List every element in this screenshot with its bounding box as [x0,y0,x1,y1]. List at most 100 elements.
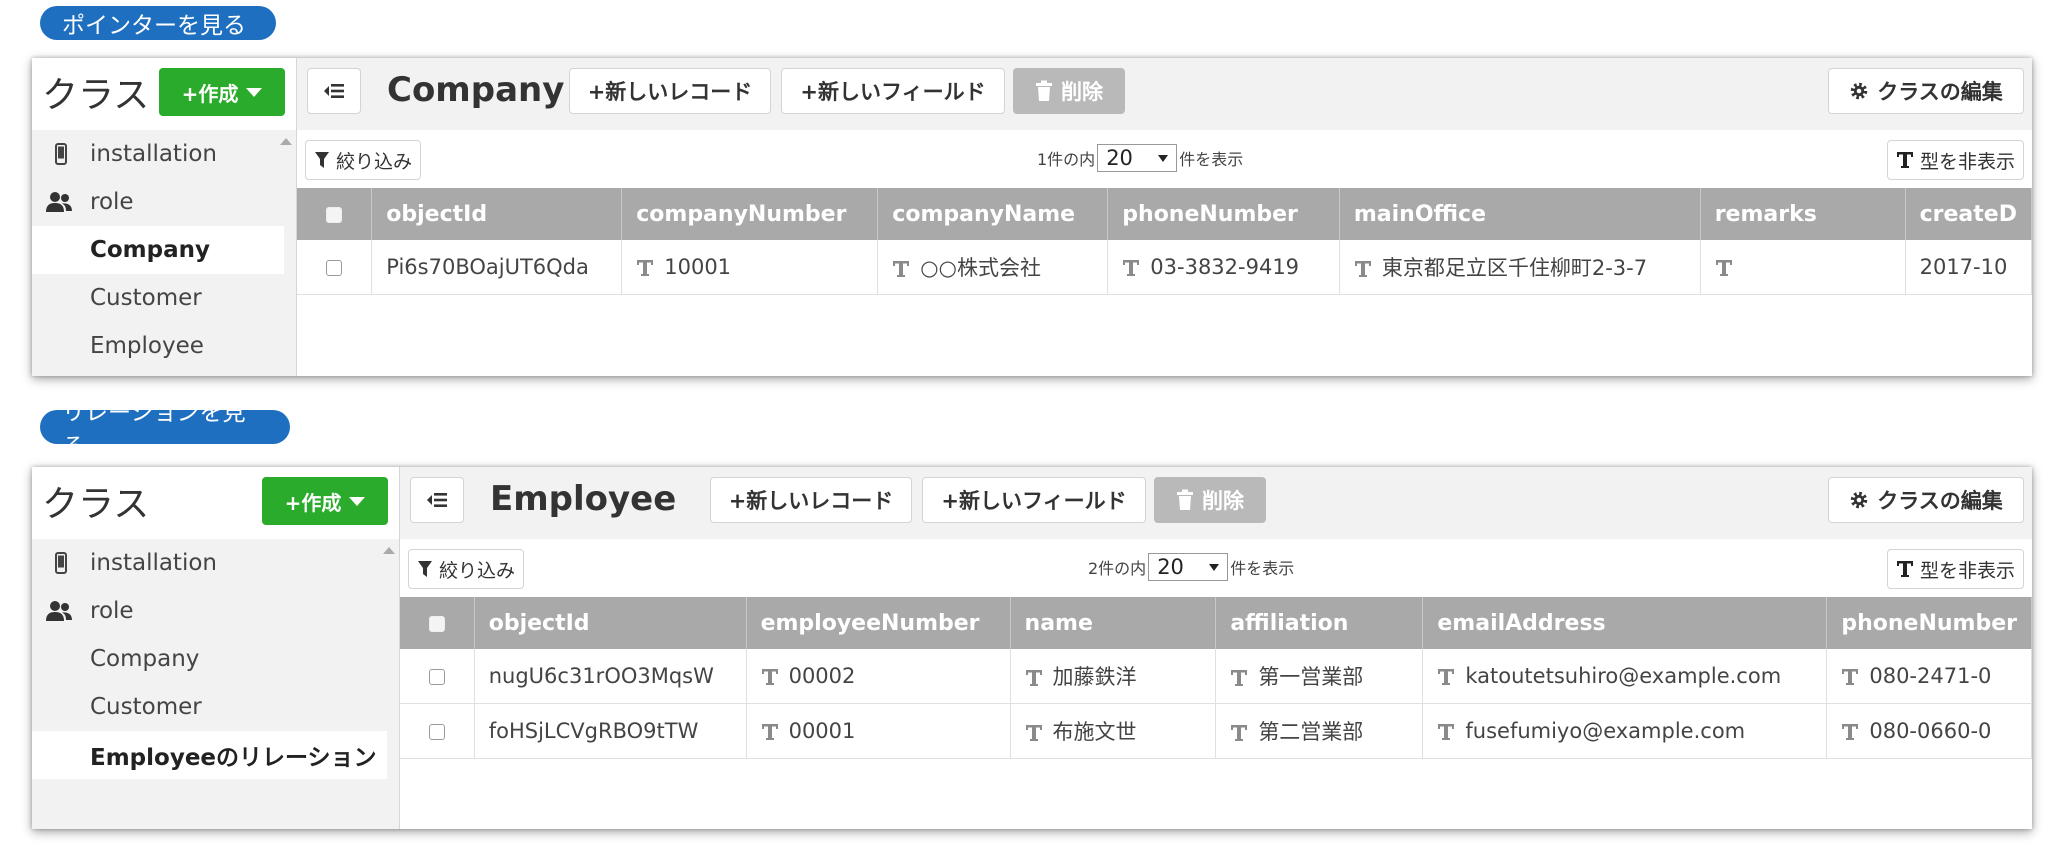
table-cell[interactable]: 00002 [746,649,1011,704]
table-cell[interactable]: 第一営業部 [1215,649,1424,704]
sidebar-item-role[interactable]: role [32,178,284,226]
object-id-cell[interactable]: foHSjLCVgRBO9tTW [474,703,747,759]
new-record-button[interactable]: +新しいレコード [569,68,771,114]
record-count: 1件の内 20 件を表示 [1037,144,1243,172]
class-toolbar: Company +新しいレコード +新しいフィールド 削除 クラスの編集 [297,58,2032,130]
filter-row: 絞り込み 2件の内 20 件を表示 型を非表示 [400,539,2032,597]
filter-button[interactable]: 絞り込み [305,140,422,180]
object-id-cell[interactable]: nugU6c31rOO3MqsW [474,649,747,704]
users-icon [32,600,86,622]
object-id-cell[interactable]: Pi6s70BOajUT6Qda [371,240,623,295]
sidebar-item-customer[interactable]: Customer [32,274,284,322]
sidebar-item-label: Customer [90,285,202,311]
table-cell[interactable]: 布施文世 [1010,703,1217,759]
row-checkbox[interactable] [326,260,343,276]
column-header[interactable]: createD [1905,188,2032,240]
sidebar-item-installation[interactable]: installation [32,130,284,178]
create-class-button[interactable]: +作成 [159,68,285,116]
table-cell[interactable]: katoutetsuhiro@example.com [1422,649,1828,704]
collapse-sidebar-button[interactable] [410,477,464,523]
hide-types-button[interactable]: 型を非表示 [1886,140,2024,180]
text-type-icon [1122,259,1140,277]
create-class-button[interactable]: +作成 [262,477,388,525]
column-header[interactable]: objectId [371,188,623,240]
section-label-text: リレーションを見る [62,400,246,460]
column-header[interactable]: remarks [1700,188,1906,240]
column-header[interactable]: phoneNumber [1107,188,1340,240]
row-checkbox[interactable] [428,724,445,740]
edit-class-button[interactable]: クラスの編集 [1828,68,2024,114]
sidebar-item-installation[interactable]: installation [32,539,387,587]
filter-row: 絞り込み 1件の内 20 件を表示 型を非表示 [297,130,2032,188]
delete-button[interactable]: 削除 [1154,477,1266,523]
select-all-checkbox[interactable] [326,206,343,223]
table-cell[interactable] [1700,240,1906,295]
sidebar-item-employee[interactable]: Employee [32,322,284,370]
new-field-button[interactable]: +新しいフィールド [781,68,1005,114]
select-all-cell[interactable] [400,597,475,649]
table-row[interactable]: Pi6s70BOajUT6Qda 10001 ○○株式会社 03-3832-94… [297,240,2032,295]
row-checkbox[interactable] [428,669,445,685]
gear-icon [1849,490,1869,510]
sidebar-item-employee-relation[interactable]: Employeeのリレーション [32,731,387,779]
sidebar-item-company[interactable]: Company [32,226,284,274]
trash-icon [1176,489,1194,511]
column-header[interactable]: emailAddress [1422,597,1828,649]
class-list: installation role Company Customer Emplo… [32,539,387,779]
column-header[interactable]: affiliation [1215,597,1424,649]
table-cell[interactable]: ○○株式会社 [877,240,1109,295]
new-field-button[interactable]: +新しいフィールド [922,477,1146,523]
sidebar-item-company[interactable]: Company [32,635,387,683]
cell-value: 第二営業部 [1258,720,1364,744]
filter-funnel-icon [314,150,330,170]
row-select-cell[interactable] [400,649,475,704]
table-cell[interactable]: 00001 [746,703,1011,759]
column-header[interactable]: mainOffice [1339,188,1701,240]
select-all-cell[interactable] [297,188,373,240]
filter-label: 絞り込み [336,150,413,173]
table-cell[interactable]: 東京都足立区千住柳町2-3-7 [1339,240,1701,295]
dropdown-arrow-icon [1158,154,1169,162]
edit-class-button[interactable]: クラスの編集 [1828,477,2024,523]
page-size-select[interactable]: 20 [1148,553,1229,581]
sidebar-item-role[interactable]: role [32,587,387,635]
new-record-button[interactable]: +新しいレコード [710,477,912,523]
hide-types-button[interactable]: 型を非表示 [1886,549,2024,589]
delete-label: 削除 [1202,489,1244,513]
column-header[interactable]: name [1010,597,1217,649]
page-size-value: 20 [1106,146,1133,170]
table-cell[interactable]: 10001 [621,240,879,295]
sidebar-item-label: Employeeのリレーション [90,745,377,771]
section-label-relation: リレーションを見る [40,400,290,460]
table-cell[interactable]: fusefumiyo@example.com [1422,703,1828,759]
class-data-view: Company +新しいレコード +新しいフィールド 削除 クラスの編集 絞り込… [297,58,2032,376]
sidebar-item-label: role [90,189,134,215]
collapse-menu-icon [323,82,345,100]
row-select-cell[interactable] [297,240,373,295]
table-cell[interactable]: 第二営業部 [1215,703,1424,759]
table-cell[interactable]: 080-0660-0 [1826,703,2032,759]
row-select-cell[interactable] [400,703,475,759]
filter-button[interactable]: 絞り込み [408,549,525,589]
table-cell[interactable]: 2017-10 [1905,240,2032,295]
column-header[interactable]: employeeNumber [746,597,1011,649]
column-header[interactable]: objectId [474,597,747,649]
table-cell[interactable]: 加藤鉄洋 [1010,649,1217,704]
table-cell[interactable]: 080-2471-0 [1826,649,2032,704]
chevron-down-icon [246,87,263,97]
table-cell[interactable]: 03-3832-9419 [1107,240,1340,295]
sidebar-header: クラス +作成 [32,58,296,130]
collapse-sidebar-button[interactable] [307,68,361,114]
column-header[interactable]: companyNumber [621,188,879,240]
page-size-select[interactable]: 20 [1097,144,1178,172]
table-row[interactable]: nugU6c31rOO3MqsW 00002 加藤鉄洋 第一営業部 katout… [400,649,2032,704]
records-table: objectId companyNumber companyName phone… [297,188,2032,295]
column-header[interactable]: phoneNumber [1826,597,2032,649]
sidebar-item-customer[interactable]: Customer [32,683,387,731]
table-row[interactable]: foHSjLCVgRBO9tTW 00001 布施文世 第二営業部 fusefu… [400,703,2032,759]
column-header[interactable]: companyName [877,188,1109,240]
delete-button[interactable]: 削除 [1013,68,1125,114]
class-browser-panel-pointer: クラス +作成 installation role Company Custom… [32,58,2032,376]
select-all-checkbox[interactable] [428,615,445,632]
class-browser-panel-relation: クラス +作成 installation role Company Custom… [32,467,2032,829]
